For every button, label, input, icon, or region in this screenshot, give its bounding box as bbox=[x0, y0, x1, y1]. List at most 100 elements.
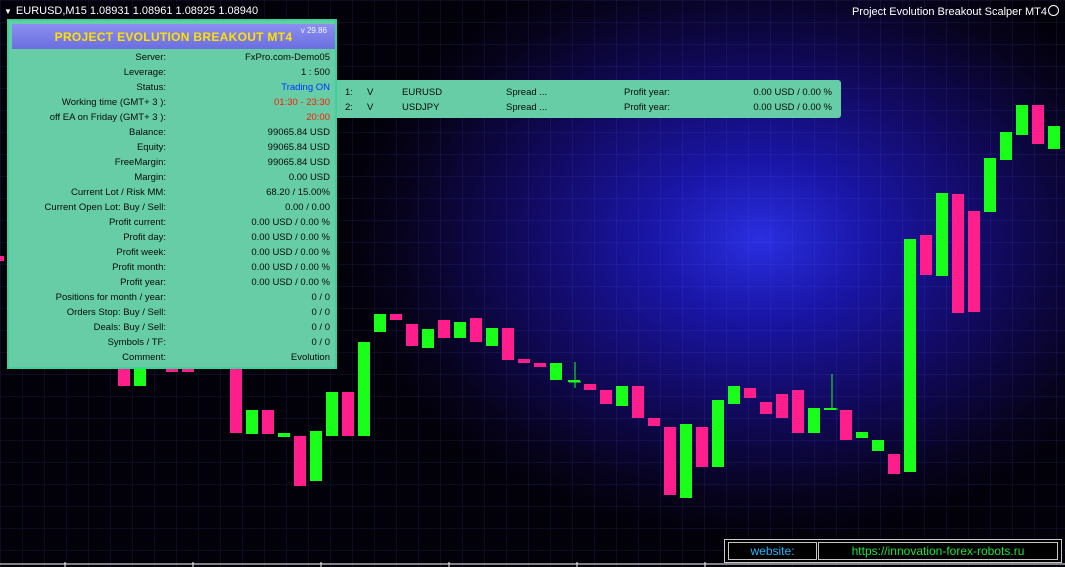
ea-info-panel: PROJECT EVOLUTION BREAKOUT MT4 v 29.86 S… bbox=[7, 19, 337, 369]
panel-row-label: Server: bbox=[135, 52, 166, 63]
panel-row-value: 0.00 USD bbox=[288, 172, 330, 183]
bearish-candle bbox=[406, 324, 418, 346]
panel-row-label: Status: bbox=[136, 82, 166, 93]
panel-row: Current Lot / Risk MM: 68.20 / 15.00% bbox=[9, 186, 339, 201]
panel-row-label: Profit month: bbox=[112, 262, 166, 273]
panel-row: Deals: Buy / Sell: 0 / 0 bbox=[9, 321, 339, 336]
panel-row-value: 0 / 0 bbox=[311, 322, 331, 333]
symbol-flag: V bbox=[367, 87, 374, 98]
symbol-profit-value: 0.00 USD / 0.00 % bbox=[753, 102, 832, 113]
bullish-candle bbox=[936, 193, 948, 276]
bearish-candle bbox=[632, 386, 644, 418]
panel-header: PROJECT EVOLUTION BREAKOUT MT4 v 29.86 bbox=[12, 24, 335, 49]
symbol-profit-label: Profit year: bbox=[624, 87, 670, 98]
panel-row-value: 99065.84 USD bbox=[267, 142, 330, 153]
panel-row-label: Working time (GMT+ 3 ): bbox=[61, 97, 166, 108]
panel-row-label: off EA on Friday (GMT+ 3 ): bbox=[49, 112, 166, 123]
symbol-row: 2: V USDJPY Spread ... Profit year: 0.00 USD … bbox=[337, 101, 841, 116]
bullish-candle bbox=[616, 386, 628, 406]
bullish-candle bbox=[374, 314, 386, 332]
bullish-candle bbox=[728, 386, 740, 404]
panel-row: Status: Trading ON bbox=[9, 81, 339, 96]
panel-row-label: Positions for month / year: bbox=[55, 292, 166, 303]
panel-row: Current Open Lot: Buy / Sell: 0.00 / 0.00 bbox=[9, 201, 339, 216]
panel-row-value: 0 / 0 bbox=[311, 337, 331, 348]
panel-row-value: 0.00 USD / 0.00 % bbox=[251, 247, 330, 258]
chart-menu-icon[interactable]: ▼ bbox=[4, 7, 12, 16]
bullish-candle bbox=[984, 158, 996, 212]
symbol-profit-value: 0.00 USD / 0.00 % bbox=[753, 87, 832, 98]
bearish-candle bbox=[968, 211, 980, 312]
panel-row-value: 99065.84 USD bbox=[267, 127, 330, 138]
panel-row: Comment: Evolution bbox=[9, 351, 339, 366]
panel-row-value: FxPro.com-Demo05 bbox=[245, 52, 330, 63]
website-label: website: bbox=[728, 542, 817, 560]
bearish-candle bbox=[534, 363, 546, 367]
panel-row: Profit year: 0.00 USD / 0.00 % bbox=[9, 276, 339, 291]
panel-row-label: Symbols / TF: bbox=[107, 337, 166, 348]
expert-advisor-title: Project Evolution Breakout Scalper MT4 bbox=[852, 5, 1059, 18]
bullish-candle bbox=[278, 433, 290, 437]
panel-row: FreeMargin: 99065.84 USD bbox=[9, 156, 339, 171]
panel-row-label: Profit year: bbox=[120, 277, 166, 288]
panel-row-label: Profit day: bbox=[123, 232, 166, 243]
panel-row: Leverage: 1 : 500 bbox=[9, 66, 339, 81]
bullish-candle bbox=[358, 342, 370, 436]
panel-row-value: 0.00 USD / 0.00 % bbox=[251, 262, 330, 273]
panel-row-label: Leverage: bbox=[123, 67, 166, 78]
bullish-candle bbox=[872, 440, 884, 451]
panel-row-label: FreeMargin: bbox=[114, 157, 166, 168]
symbol-row: 1: V EURUSD Spread ... Profit year: 0.00 USD … bbox=[337, 86, 841, 101]
bearish-candle bbox=[502, 328, 514, 360]
bullish-candle bbox=[680, 424, 692, 498]
website-link[interactable]: https://innovation-forex-robots.ru bbox=[818, 542, 1058, 560]
bearish-candle bbox=[438, 320, 450, 338]
bearish-candle bbox=[648, 418, 660, 426]
bearish-candle bbox=[760, 402, 772, 414]
bearish-candle bbox=[776, 394, 788, 418]
panel-row-label: Deals: Buy / Sell: bbox=[93, 322, 166, 333]
bearish-candle bbox=[294, 436, 306, 486]
panel-row-label: Orders Stop: Buy / Sell: bbox=[66, 307, 166, 318]
panel-row: Server: FxPro.com-Demo05 bbox=[9, 51, 339, 66]
bearish-candle bbox=[1032, 105, 1044, 144]
bearish-candle bbox=[840, 410, 852, 440]
panel-row-value: 0.00 USD / 0.00 % bbox=[251, 217, 330, 228]
bullish-candle bbox=[550, 363, 562, 380]
ea-name-text: Project Evolution Breakout Scalper MT4 bbox=[851, 6, 1047, 18]
bullish-candle bbox=[454, 322, 466, 338]
symbol-spread: Spread ... bbox=[506, 102, 548, 113]
bullish-candle bbox=[486, 328, 498, 346]
chart-symbol-text: EURUSD,M15 1.08931 1.08961 1.08925 1.089… bbox=[15, 5, 259, 17]
panel-row-value: 0 / 0 bbox=[311, 292, 331, 303]
bearish-candle bbox=[920, 235, 932, 275]
panel-row: Positions for month / year: 0 / 0 bbox=[9, 291, 339, 306]
bearish-candle bbox=[342, 392, 354, 436]
bearish-candle bbox=[584, 384, 596, 390]
symbol-index: 1: bbox=[345, 87, 353, 98]
bullish-candle bbox=[326, 392, 338, 436]
bearish-candle bbox=[470, 318, 482, 342]
bearish-candle bbox=[952, 194, 964, 313]
panel-row-value: 1 : 500 bbox=[300, 67, 330, 78]
symbol-spread: Spread ... bbox=[506, 87, 548, 98]
bearish-candle bbox=[600, 390, 612, 404]
panel-row-value: 68.20 / 15.00% bbox=[266, 187, 330, 198]
bullish-candle bbox=[1048, 126, 1060, 149]
symbol-index: 2: bbox=[345, 102, 353, 113]
panel-row-label: Current Open Lot: Buy / Sell: bbox=[44, 202, 166, 213]
panel-row: Profit day: 0.00 USD / 0.00 % bbox=[9, 231, 339, 246]
bearish-candle bbox=[230, 365, 242, 433]
smiley-icon[interactable] bbox=[1048, 5, 1059, 16]
panel-row: Profit current: 0.00 USD / 0.00 % bbox=[9, 216, 339, 231]
bullish-candle bbox=[856, 432, 868, 438]
panel-title: PROJECT EVOLUTION BREAKOUT MT4 bbox=[54, 30, 293, 44]
panel-row-value: 0.00 USD / 0.00 % bbox=[251, 277, 330, 288]
panel-row: Symbols / TF: 0 / 0 bbox=[9, 336, 339, 351]
panel-row-value: Evolution bbox=[290, 352, 330, 363]
bearish-candle bbox=[792, 390, 804, 433]
panel-row-label: Profit week: bbox=[116, 247, 166, 258]
bullish-candle bbox=[808, 408, 820, 433]
bullish-candle bbox=[1016, 105, 1028, 135]
panel-row-value: 0.00 USD / 0.00 % bbox=[251, 232, 330, 243]
